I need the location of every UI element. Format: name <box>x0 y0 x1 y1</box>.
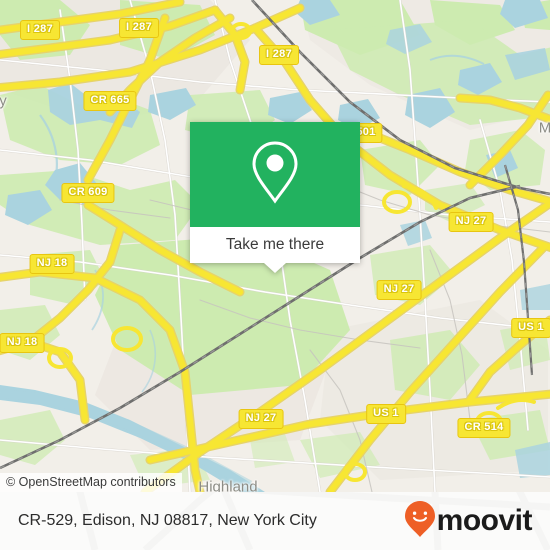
footer-bar: CR-529, Edison, NJ 08817, New York City … <box>0 492 550 550</box>
moovit-pin-smiley-icon <box>404 500 435 542</box>
popup-tail <box>264 263 286 273</box>
osm-attribution[interactable]: © OpenStreetMap contributors <box>0 473 182 492</box>
road-shield: I 287 <box>119 18 159 38</box>
road-shield: CR 514 <box>457 418 511 438</box>
road-shield: NJ 27 <box>448 212 494 232</box>
road-shield: US 1 <box>511 318 550 338</box>
popup-footer[interactable]: Take me there <box>190 227 360 273</box>
road-shield: CR 665 <box>83 91 137 111</box>
road-shield: I 287 <box>20 20 60 40</box>
place-label: M <box>538 119 550 137</box>
road-shield: I 287 <box>259 45 299 65</box>
address-text: CR-529, Edison, NJ 08817, New York City <box>18 512 317 529</box>
moovit-wordmark: moovit <box>436 504 533 537</box>
moovit-map-screenshot: .w { fill:#aad3df; } .wl { fill:none; st… <box>0 0 550 550</box>
popup-header <box>190 122 360 227</box>
place-label: Highland <box>198 478 258 493</box>
moovit-logo[interactable]: moovit <box>404 500 533 542</box>
road-shield: NJ 18 <box>29 254 75 274</box>
location-popup[interactable]: Take me there <box>190 122 360 273</box>
road-shield: US 1 <box>366 404 406 424</box>
take-me-there-label: Take me there <box>225 236 325 253</box>
place-label: y <box>0 92 7 110</box>
map-pin-icon <box>248 139 302 210</box>
road-shield: NJ 18 <box>0 333 45 353</box>
map-canvas[interactable]: .w { fill:#aad3df; } .wl { fill:none; st… <box>0 0 550 492</box>
road-shield: NJ 27 <box>238 409 284 429</box>
road-shield: NJ 27 <box>376 280 422 300</box>
road-shield: CR 609 <box>61 183 115 203</box>
